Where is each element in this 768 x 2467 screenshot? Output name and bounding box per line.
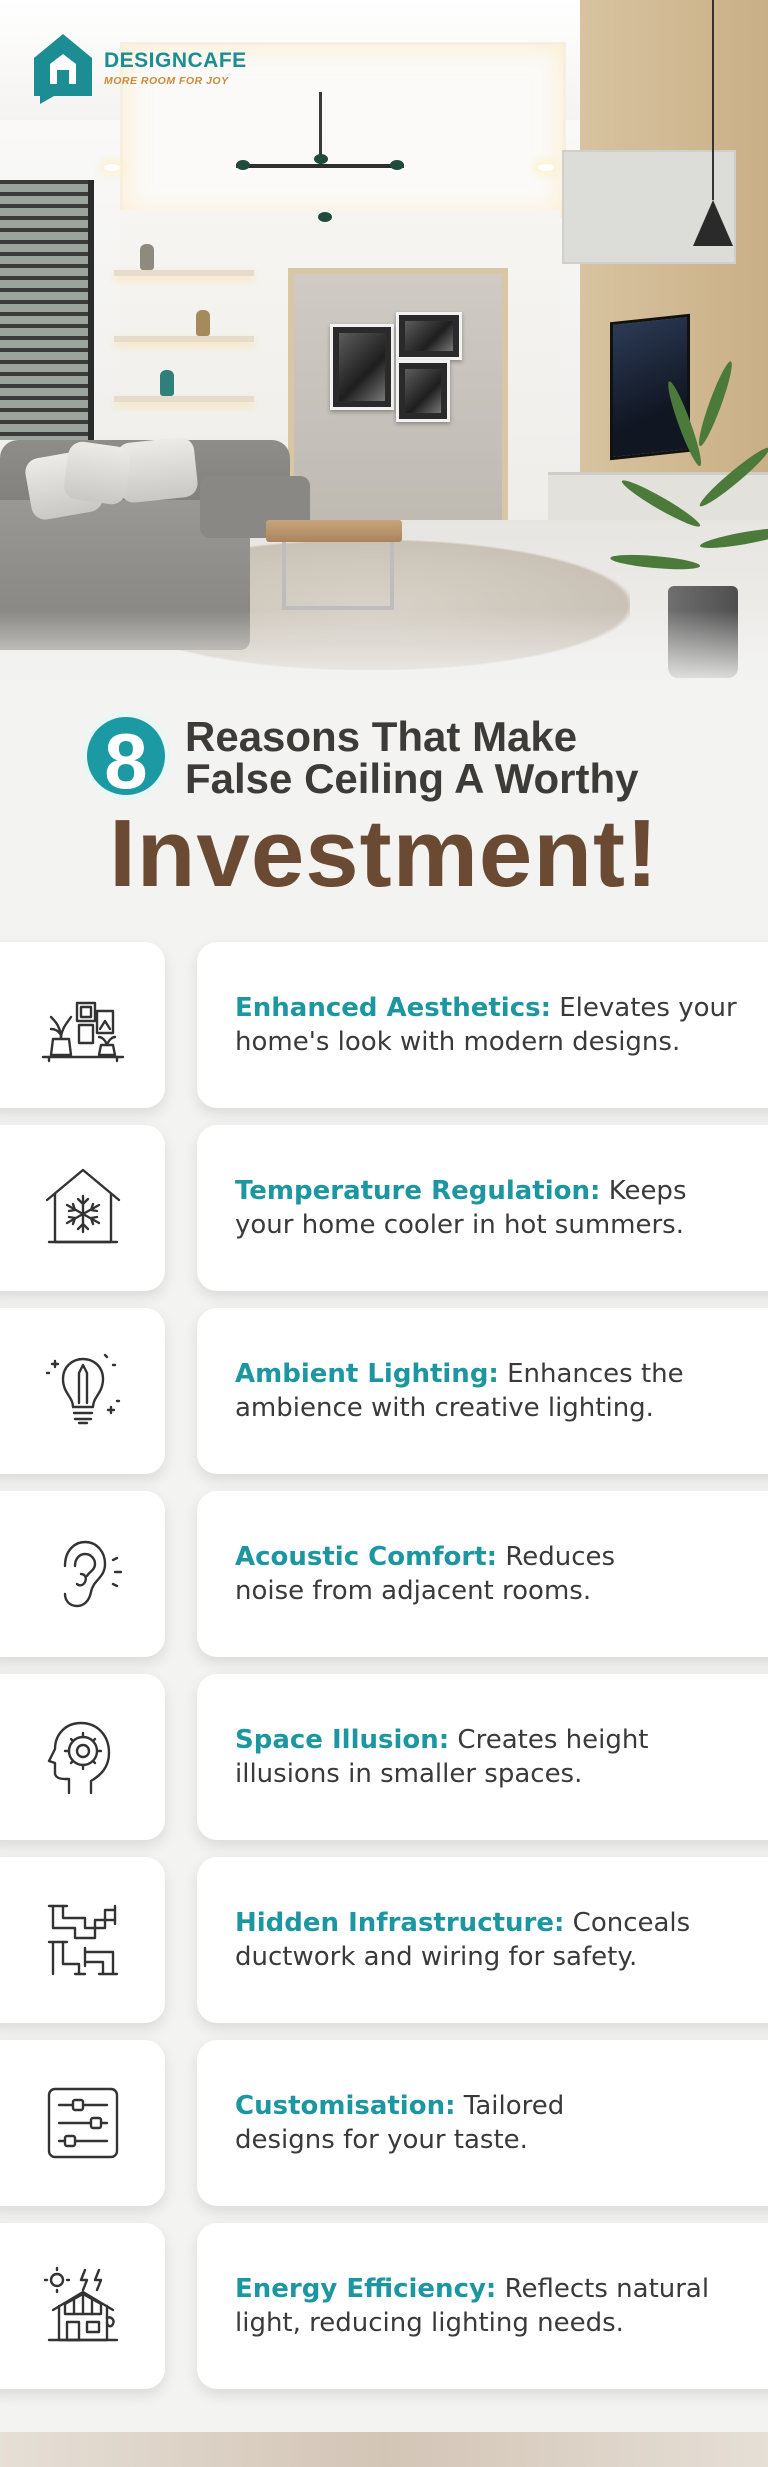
brand-tagline: MORE ROOM FOR JOY	[104, 75, 229, 87]
window-blinds	[0, 180, 94, 440]
photo-fade	[0, 610, 768, 690]
reason-term: Customisation:	[235, 2091, 456, 2121]
reason-term: Hidden Infrastructure:	[235, 1908, 565, 1938]
reason-text: Creates height	[457, 1725, 649, 1755]
reason-text-card: Ambient Lighting: Enhances the ambience …	[197, 1308, 768, 1474]
downlight	[538, 164, 554, 171]
reason-text: designs for your taste.	[235, 2125, 528, 2155]
reason-row: Ambient Lighting: Enhances the ambience …	[0, 1308, 768, 1474]
number-badge: 8	[82, 712, 170, 805]
reason-text: Enhances the	[507, 1359, 684, 1389]
ear-sound-icon	[63, 1540, 122, 1608]
chandelier	[236, 164, 404, 168]
reason-icon-card	[0, 942, 165, 1108]
reason-term: Enhanced Aesthetics:	[235, 993, 551, 1023]
coffee-table	[266, 520, 402, 542]
reason-icon-card	[0, 1491, 165, 1657]
sliders-panel-icon	[47, 2087, 118, 2159]
bottom-decor-strip	[0, 2432, 768, 2467]
picture-frame	[396, 360, 450, 422]
reason-term: Energy Efficiency:	[235, 2274, 497, 2304]
pipes-icon	[47, 1904, 118, 1976]
reason-icon-card	[0, 2223, 165, 2389]
reason-row: Enhanced Aesthetics: Elevates your home'…	[0, 942, 768, 1108]
reason-row: Acoustic Comfort: Reduces noise from adj…	[0, 1491, 768, 1657]
chandelier-bulb	[236, 160, 250, 170]
house-logo-icon	[30, 30, 96, 106]
reason-row: Space Illusion: Creates height illusions…	[0, 1674, 768, 1840]
brand-name: DESIGNCAFE	[104, 49, 247, 72]
reason-text-card: Acoustic Comfort: Reduces noise from adj…	[197, 1491, 768, 1657]
infographic-page: DESIGNCAFE MORE ROOM FOR JOY 8 Reasons T…	[0, 0, 768, 2467]
reason-text-card: Space Illusion: Creates height illusions…	[197, 1674, 768, 1840]
chandelier-bulb	[314, 154, 328, 164]
reason-term: Acoustic Comfort:	[235, 1542, 498, 1572]
reason-term: Temperature Regulation:	[235, 1176, 601, 1206]
lightbulb-pencil-icon	[45, 1353, 120, 1425]
wall-shelf	[114, 336, 254, 342]
reason-row: Hidden Infrastructure: Conceals ductwork…	[0, 1857, 768, 2023]
reason-text-card: Enhanced Aesthetics: Elevates your home'…	[197, 942, 768, 1108]
wall-shelf	[114, 396, 254, 402]
reason-text: Conceals	[572, 1908, 691, 1938]
reason-text-card: Energy Efficiency: Reflects natural ligh…	[197, 2223, 768, 2389]
reason-description: Hidden Infrastructure: Conceals ductwork…	[197, 1906, 755, 1974]
house-snowflake-icon	[45, 1168, 120, 1244]
reason-text: home's look with modern designs.	[235, 1027, 681, 1057]
reason-text: noise from adjacent rooms.	[235, 1576, 592, 1606]
reason-row: Energy Efficiency: Reflects natural ligh…	[0, 2223, 768, 2389]
reason-text: ductwork and wiring for safety.	[235, 1942, 638, 1972]
reason-text: Elevates your	[559, 993, 737, 1023]
reason-text-card: Hidden Infrastructure: Conceals ductwork…	[197, 1857, 768, 2023]
vase	[196, 310, 210, 336]
wall-shelf	[114, 270, 254, 276]
television	[610, 313, 690, 461]
picture-frame	[396, 312, 462, 360]
head-mind-icon	[47, 1721, 110, 1795]
downlight	[104, 164, 120, 171]
reason-term: Space Illusion:	[235, 1725, 450, 1755]
reason-text: Reduces	[505, 1542, 616, 1572]
reason-icon-card	[0, 1857, 165, 2023]
reason-icon-card	[0, 1674, 165, 1840]
vase	[140, 244, 154, 270]
vase	[160, 370, 174, 396]
reason-term: Ambient Lighting:	[235, 1359, 499, 1389]
brand-logo: DESIGNCAFE MORE ROOM FOR JOY	[30, 30, 247, 106]
reason-description: Enhanced Aesthetics: Elevates your home'…	[197, 991, 755, 1059]
reason-text-card: Customisation: Tailored designs for your…	[197, 2040, 768, 2206]
reason-icon-card	[0, 1308, 165, 1474]
reason-text: illusions in smaller spaces.	[235, 1759, 583, 1789]
headline-line-2: False Ceiling A Worthy	[185, 755, 639, 802]
reason-icon-card	[0, 2040, 165, 2206]
pendant-lamp	[693, 200, 733, 246]
reason-text: your home cooler in hot summers.	[235, 1210, 684, 1240]
pendant-cord	[712, 0, 714, 200]
reason-text-card: Temperature Regulation: Keeps your home …	[197, 1125, 768, 1291]
picture-frame	[330, 324, 394, 410]
coffee-table	[282, 542, 394, 610]
reason-description: Temperature Regulation: Keeps your home …	[197, 1174, 755, 1242]
reason-text: ambience with creative lighting.	[235, 1393, 654, 1423]
cushion	[62, 439, 132, 507]
reason-text: Reflects natural	[504, 2274, 710, 2304]
reason-text: Tailored	[463, 2091, 565, 2121]
chandelier-bulb	[318, 212, 332, 222]
headline-line-1: Reasons That Make	[185, 713, 578, 760]
reason-text: light, reducing lighting needs.	[235, 2308, 624, 2338]
decor-shelf-icon	[41, 1001, 124, 1063]
solar-house-icon	[43, 2266, 118, 2342]
reason-description: Ambient Lighting: Enhances the ambience …	[197, 1357, 755, 1425]
reason-description: Customisation: Tailored designs for your…	[197, 2089, 755, 2157]
reason-text: Keeps	[608, 1176, 687, 1206]
reason-description: Space Illusion: Creates height illusions…	[197, 1723, 755, 1791]
reason-row: Temperature Regulation: Keeps your home …	[0, 1125, 768, 1291]
headline-investment: Investment!	[109, 800, 659, 907]
reason-icon-card	[0, 1125, 165, 1291]
reason-description: Energy Efficiency: Reflects natural ligh…	[197, 2272, 755, 2340]
reason-description: Acoustic Comfort: Reduces noise from adj…	[197, 1540, 755, 1608]
reason-row: Customisation: Tailored designs for your…	[0, 2040, 768, 2206]
chandelier-bulb	[390, 160, 404, 170]
